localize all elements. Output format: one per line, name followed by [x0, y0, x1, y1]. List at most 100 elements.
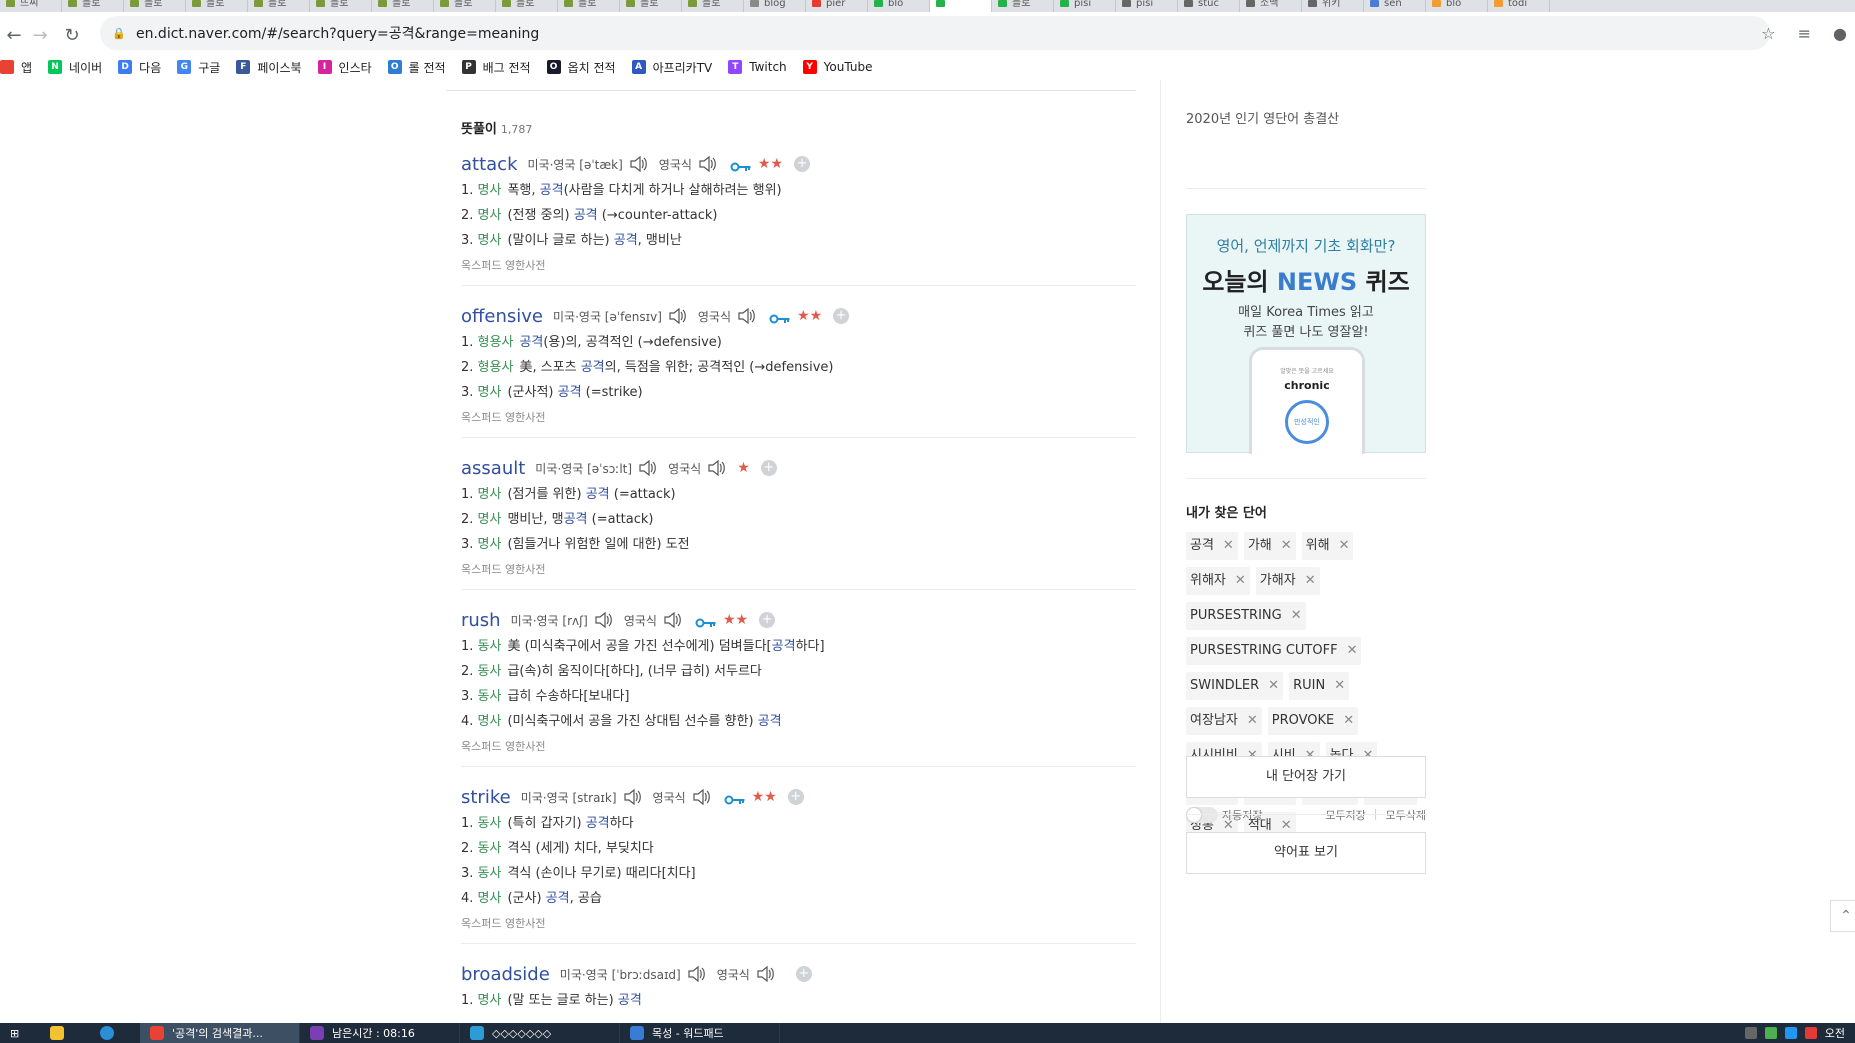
close-icon[interactable]: ✕ — [1334, 672, 1345, 700]
taskbar-app-button[interactable]: ◇◇◇◇◇◇◇ — [460, 1023, 620, 1043]
my-word-chip[interactable]: PURSESTRING CUTOFF ✕ — [1186, 637, 1362, 665]
close-icon[interactable]: ✕ — [1291, 602, 1302, 630]
my-word-chip[interactable]: PROVOKE ✕ — [1267, 707, 1359, 735]
my-word-chip[interactable]: 가해 ✕ — [1243, 532, 1296, 560]
speaker-icon[interactable] — [756, 965, 774, 983]
autosave-toggle[interactable] — [1186, 807, 1218, 823]
bookmark-item[interactable]: G 구글 — [177, 59, 220, 76]
add-to-wordbook-icon[interactable]: + — [794, 156, 811, 172]
tray-icon[interactable] — [1744, 1027, 1757, 1039]
my-word-chip[interactable]: SWINDLER ✕ — [1186, 672, 1284, 700]
tray-icon[interactable] — [1784, 1027, 1797, 1039]
add-to-wordbook-icon[interactable]: + — [833, 308, 850, 324]
browser-tab[interactable]: 위키 — [1302, 0, 1364, 12]
browser-tab[interactable]: 블로 — [62, 0, 124, 12]
back-icon[interactable]: ← — [0, 21, 28, 49]
entry-word-link[interactable]: broadside — [461, 964, 550, 985]
add-to-wordbook-icon[interactable]: + — [759, 612, 776, 628]
highlight-word-link[interactable]: 공격 — [540, 183, 564, 198]
bookmark-item[interactable]: O 옵치 전적 — [546, 59, 616, 76]
reload-icon[interactable]: ↻ — [58, 21, 86, 49]
highlight-word-link[interactable]: 공격 — [758, 714, 782, 729]
my-word-chip[interactable]: RUIN ✕ — [1289, 672, 1350, 700]
start-icon[interactable]: ⊞ — [0, 1023, 40, 1043]
reading-list-icon[interactable]: ≡ — [1798, 24, 1811, 43]
clock[interactable]: 오전 — [1825, 1025, 1845, 1041]
browser-tab[interactable]: 블로 — [558, 0, 620, 12]
bookmark-item[interactable]: O 롤 전적 — [387, 59, 446, 76]
dictionary-source[interactable]: 옥스퍼드 영한사전 — [461, 257, 1136, 273]
browser-tab[interactable]: 블로 — [186, 0, 248, 12]
my-word-chip[interactable]: 여장남자 ✕ — [1186, 707, 1262, 735]
highlight-word-link[interactable]: 공격 — [586, 487, 610, 502]
bookmark-item[interactable]: 앱 — [0, 59, 32, 76]
add-to-wordbook-icon[interactable]: + — [760, 460, 777, 476]
my-word-chip[interactable]: PURSESTRING ✕ — [1186, 602, 1306, 630]
browser-tab[interactable]: 블로 — [124, 0, 186, 12]
abbreviation-button[interactable]: 약어표 보기 — [1186, 832, 1426, 874]
browser-tab[interactable]: 블로 — [248, 0, 310, 12]
close-icon[interactable]: ✕ — [1268, 672, 1279, 700]
close-icon[interactable]: ✕ — [1235, 567, 1246, 595]
delete-all-link[interactable]: 모두삭제 — [1386, 807, 1426, 823]
highlight-word-link[interactable]: 공격 — [618, 993, 642, 1008]
speaker-icon[interactable] — [692, 788, 710, 806]
bookmark-item[interactable]: F 페이스북 — [236, 59, 302, 76]
browser-tab[interactable]: blo — [868, 0, 930, 12]
dictionary-source[interactable]: 옥스퍼드 영한사전 — [461, 409, 1136, 425]
browser-tab[interactable]: 뜨씨 — [0, 0, 62, 12]
forward-icon[interactable]: → — [26, 21, 54, 49]
speaker-icon[interactable] — [687, 965, 705, 983]
browser-tab[interactable]: stuc — [1178, 0, 1240, 12]
close-icon[interactable]: ✕ — [1339, 532, 1350, 560]
taskbar-app-button[interactable]: 남은시간 : 08:16 — [300, 1023, 460, 1043]
browser-tab[interactable]: blog — [744, 0, 806, 12]
browser-tab[interactable]: 블로 — [434, 0, 496, 12]
browser-tab[interactable]: pisi — [1116, 0, 1178, 12]
speaker-icon[interactable] — [737, 307, 755, 325]
add-to-wordbook-icon[interactable]: + — [795, 966, 812, 982]
highlight-word-link[interactable]: 공격 — [772, 639, 796, 654]
ie-icon[interactable] — [90, 1023, 140, 1043]
highlight-word-link[interactable]: 공격 — [574, 208, 598, 223]
browser-tab[interactable]: sen — [1364, 0, 1426, 12]
my-word-chip[interactable]: 위해 ✕ — [1301, 532, 1354, 560]
dictionary-source[interactable]: 옥스퍼드 영한사전 — [461, 738, 1136, 754]
close-icon[interactable]: ✕ — [1281, 532, 1292, 560]
browser-tab[interactable]: 블로 — [992, 0, 1054, 12]
bookmark-item[interactable]: Y YouTube — [802, 60, 872, 74]
popular-words-link[interactable]: 2020년 인기 영단어 총결산 — [1186, 108, 1339, 127]
bookmark-item[interactable]: N 네이버 — [48, 59, 102, 76]
speaker-icon[interactable] — [707, 459, 726, 477]
browser-tab[interactable]: blo — [1426, 0, 1488, 12]
browser-tab[interactable]: todi — [1488, 0, 1550, 12]
bookmark-item[interactable]: I 인스타 — [317, 59, 372, 76]
entry-word-link[interactable]: strike — [461, 787, 511, 808]
speaker-icon[interactable] — [594, 611, 612, 629]
scroll-top-icon[interactable]: ⌃ — [1830, 900, 1855, 932]
my-word-chip[interactable]: 공격 ✕ — [1186, 532, 1238, 560]
highlight-word-link[interactable]: 공격 — [519, 335, 543, 350]
speaker-icon[interactable] — [663, 611, 681, 629]
bookmark-item[interactable]: P 배그 전적 — [461, 59, 531, 76]
browser-tab[interactable]: 블로 — [372, 0, 434, 12]
speaker-icon[interactable] — [638, 459, 656, 477]
star-bookmark-icon[interactable]: ☆ — [1761, 24, 1775, 43]
dictionary-source[interactable]: 옥스퍼드 영한사전 — [461, 561, 1136, 577]
tray-icon[interactable] — [1764, 1027, 1777, 1039]
profile-icon[interactable]: ● — [1833, 24, 1847, 43]
highlight-word-link[interactable]: 공격 — [586, 816, 610, 831]
close-icon[interactable]: ✕ — [1247, 707, 1258, 735]
browser-tab[interactable] — [930, 0, 992, 12]
my-word-chip[interactable]: 위해자 ✕ — [1186, 567, 1250, 595]
browser-tab[interactable]: 블로 — [310, 0, 372, 12]
highlight-word-link[interactable]: 공격 — [581, 360, 605, 375]
highlight-word-link[interactable]: 공격 — [614, 233, 638, 248]
browser-tab[interactable]: pisi — [1054, 0, 1116, 12]
my-wordbook-button[interactable]: 내 단어장 가기 — [1186, 756, 1426, 798]
my-word-chip[interactable]: 가해자 ✕ — [1255, 567, 1320, 595]
taskbar-app-button[interactable]: '공격'의 검색결과... — [140, 1023, 300, 1043]
entry-word-link[interactable]: offensive — [461, 306, 543, 327]
close-icon[interactable]: ✕ — [1223, 532, 1234, 560]
close-icon[interactable]: ✕ — [1343, 707, 1354, 735]
